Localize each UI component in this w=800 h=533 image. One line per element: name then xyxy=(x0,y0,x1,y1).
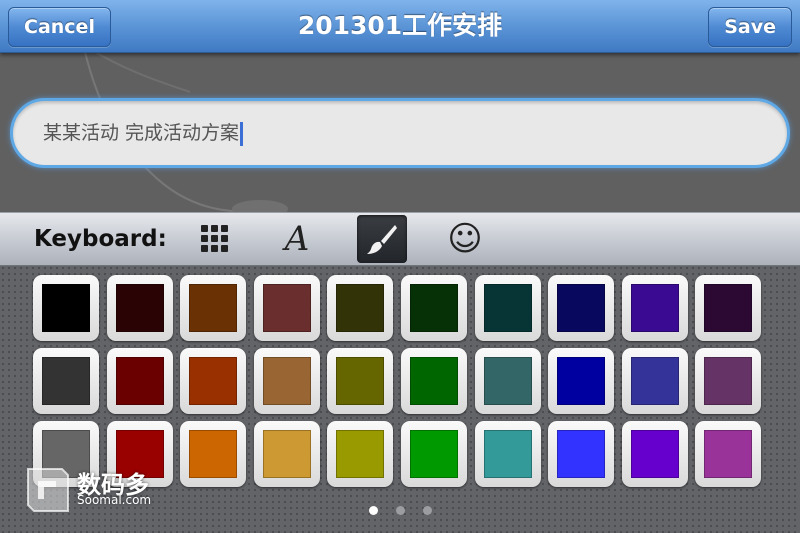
color-swatch[interactable] xyxy=(107,275,173,341)
color-swatch[interactable] xyxy=(475,421,541,487)
event-text-value: 某某活动 完成活动方案 xyxy=(43,101,244,165)
color-swatch[interactable] xyxy=(180,348,246,414)
color-swatch[interactable] xyxy=(548,348,614,414)
keyboard-label: Keyboard: xyxy=(34,226,167,252)
color-swatch[interactable] xyxy=(475,348,541,414)
color-swatch[interactable] xyxy=(548,275,614,341)
swatch-color xyxy=(336,357,384,405)
swatch-color xyxy=(631,284,679,332)
color-swatch[interactable] xyxy=(695,275,761,341)
swatch-color xyxy=(557,430,605,478)
swatch-color xyxy=(336,430,384,478)
swatch-color xyxy=(116,357,164,405)
color-swatch[interactable] xyxy=(327,348,393,414)
swatch-color xyxy=(189,430,237,478)
page-dot[interactable] xyxy=(368,506,378,515)
navigation-bar: Cancel 201301工作安排 Save xyxy=(0,0,800,53)
color-swatch[interactable] xyxy=(254,421,320,487)
grid-keyboard-button[interactable] xyxy=(190,215,240,263)
color-swatch[interactable] xyxy=(107,348,173,414)
color-swatch[interactable] xyxy=(33,348,99,414)
swatch-color xyxy=(557,284,605,332)
swatch-color xyxy=(263,284,311,332)
color-swatch[interactable] xyxy=(622,348,688,414)
page-dot[interactable] xyxy=(422,506,432,515)
emoji-keyboard-button[interactable]: ☺ xyxy=(440,215,490,263)
swatch-color xyxy=(484,284,532,332)
color-keyboard-button[interactable] xyxy=(357,215,407,263)
keyboard-selector-bar: Keyboard: A ☺ xyxy=(0,212,800,266)
swatch-color xyxy=(336,284,384,332)
swatch-color xyxy=(42,284,90,332)
swatch-color xyxy=(116,284,164,332)
swatch-color xyxy=(263,430,311,478)
swatch-color xyxy=(704,284,752,332)
event-text: 某某活动 完成活动方案 xyxy=(43,122,240,144)
grid-icon xyxy=(201,225,228,252)
color-swatch[interactable] xyxy=(401,348,467,414)
color-swatch[interactable] xyxy=(401,421,467,487)
swatch-color xyxy=(42,357,90,405)
color-swatch[interactable] xyxy=(622,275,688,341)
watermark: 数码多 Soomal.com xyxy=(22,465,172,515)
color-swatch[interactable] xyxy=(254,275,320,341)
swatch-color xyxy=(410,357,458,405)
color-swatch[interactable] xyxy=(401,275,467,341)
color-swatch[interactable] xyxy=(180,275,246,341)
color-swatch[interactable] xyxy=(327,275,393,341)
swatch-color xyxy=(410,284,458,332)
save-button[interactable]: Save xyxy=(708,7,792,47)
swatch-color xyxy=(189,357,237,405)
page-dot[interactable] xyxy=(395,506,405,515)
swatch-color xyxy=(557,357,605,405)
swatch-color xyxy=(263,357,311,405)
color-swatch[interactable] xyxy=(695,348,761,414)
swatch-color xyxy=(189,284,237,332)
watermark-logo-icon xyxy=(27,468,69,512)
page-title: 201301工作安排 xyxy=(297,11,503,40)
swatch-color xyxy=(410,430,458,478)
color-swatch[interactable] xyxy=(475,275,541,341)
smiley-icon: ☺ xyxy=(447,219,483,259)
color-swatch[interactable] xyxy=(548,421,614,487)
font-keyboard-button[interactable]: A xyxy=(272,215,322,263)
font-icon: A xyxy=(284,219,310,259)
swatch-color xyxy=(484,430,532,478)
swatch-color xyxy=(631,357,679,405)
swatch-color xyxy=(704,430,752,478)
swatch-color xyxy=(484,357,532,405)
swatch-color xyxy=(631,430,679,478)
color-swatch[interactable] xyxy=(254,348,320,414)
text-caret xyxy=(240,121,244,146)
brush-icon xyxy=(367,225,397,254)
swatch-color xyxy=(704,357,752,405)
watermark-site: Soomal.com xyxy=(77,493,152,507)
color-swatch[interactable] xyxy=(695,421,761,487)
color-swatch[interactable] xyxy=(33,275,99,341)
event-text-field[interactable]: 某某活动 完成活动方案 xyxy=(10,98,790,168)
color-swatch[interactable] xyxy=(622,421,688,487)
color-swatch[interactable] xyxy=(327,421,393,487)
color-swatch[interactable] xyxy=(180,421,246,487)
